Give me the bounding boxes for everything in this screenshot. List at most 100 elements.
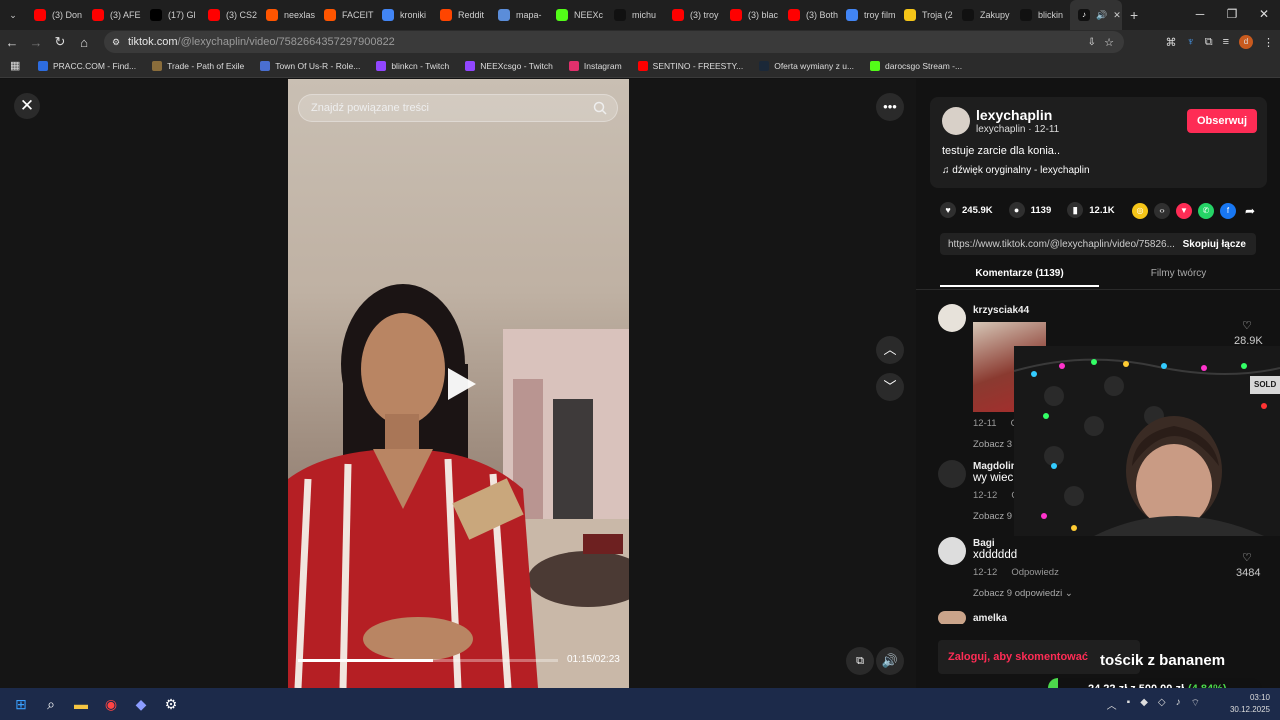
browser-tab[interactable]: (3) Both [780, 0, 838, 30]
chrome-icon[interactable]: ◉ [96, 689, 126, 719]
volume-tray-icon[interactable]: ♪ [1176, 697, 1181, 712]
reply-button[interactable]: Odpowiedz [1011, 567, 1059, 578]
copy-link-button[interactable]: Skopiuj łącze [1183, 239, 1246, 250]
browser-tab[interactable]: neexlas [258, 0, 316, 30]
embed-icon[interactable]: ‹› [1154, 203, 1170, 219]
share-arrow-icon[interactable]: ➦ [1242, 203, 1258, 219]
whatsapp-icon[interactable]: ✆ [1198, 203, 1214, 219]
creator-username[interactable]: lexychaplin [976, 107, 1052, 123]
coin-icon[interactable]: ◎ [1132, 203, 1148, 219]
url-field[interactable]: ⚙ tiktok.com/@lexychaplin/video/75826643… [104, 31, 1124, 53]
play-icon[interactable] [440, 364, 480, 404]
bookmark-icon[interactable]: ▮ [1067, 202, 1084, 218]
speaker-icon[interactable]: 🔊 [1096, 10, 1107, 21]
more-options-button[interactable]: ••• [876, 93, 904, 121]
comment-icon[interactable]: ● [1008, 202, 1025, 218]
forward-button[interactable]: → [24, 35, 48, 50]
close-window-button[interactable]: ✕ [1248, 0, 1280, 30]
browser-tab[interactable]: NEEXc [548, 0, 606, 30]
system-clock[interactable]: 03:10 30.12.2025 [1230, 692, 1270, 716]
back-button[interactable]: ← [0, 35, 24, 50]
search-icon[interactable]: ⌕ [36, 689, 66, 719]
close-tab-icon[interactable]: ✕ [1113, 10, 1121, 21]
creator-avatar[interactable] [942, 107, 970, 135]
video-link[interactable]: https://www.tiktok.com/@lexychaplin/vide… [948, 239, 1175, 250]
browser-tab[interactable]: michu [606, 0, 664, 30]
browser-tab[interactable]: blickin [1012, 0, 1070, 30]
discord-icon[interactable]: ◆ [126, 689, 156, 719]
view-replies-button[interactable]: Zobacz 9 odpowiedzi ⌄ [973, 588, 1073, 599]
tray-app-icon-2[interactable]: ◆ [1140, 697, 1148, 712]
tab-search-button[interactable]: ⌄ [0, 0, 26, 30]
comment-avatar[interactable] [938, 537, 966, 565]
media-icon[interactable]: ≡ [1223, 36, 1229, 48]
wifi-icon[interactable]: ⌔ [1191, 697, 1200, 712]
browser-tab[interactable]: (3) AFE [84, 0, 142, 30]
bookmark-item[interactable]: NEEXcsgo - Twitch [465, 60, 553, 71]
browser-tab[interactable]: (3) blac [722, 0, 780, 30]
comment-avatar[interactable] [938, 304, 966, 332]
reload-button[interactable]: ↻ [48, 34, 72, 50]
browser-tab[interactable]: FACEIT [316, 0, 374, 30]
steam-icon[interactable]: ⚙ [156, 689, 186, 719]
bookmark-item[interactable]: Trade - Path of Exile [152, 60, 244, 71]
search-icon[interactable] [593, 101, 607, 115]
browser-tab[interactable]: (3) Don [26, 0, 84, 30]
tab-creator-videos[interactable]: Filmy twórcy [1099, 261, 1258, 287]
sound-row[interactable]: ♫ dźwięk oryginalny - lexychaplin [942, 165, 1090, 176]
follow-button[interactable]: Obserwuj [1187, 109, 1257, 133]
bookmark-star-icon[interactable]: ☆ [1104, 36, 1114, 49]
site-info-icon[interactable]: ⚙ [112, 37, 120, 48]
new-tab-button[interactable]: + [1122, 0, 1146, 30]
active-tab[interactable]: ♪ 🔊 ✕ [1070, 0, 1122, 30]
comment-author[interactable]: amelka [973, 613, 1007, 624]
facebook-icon[interactable]: f [1220, 203, 1236, 219]
minimize-button[interactable]: ─ [1184, 0, 1216, 30]
browser-tab[interactable]: troy film [838, 0, 896, 30]
extensions-puzzle-icon[interactable]: ⧉ [1205, 36, 1213, 49]
extension-icon[interactable]: ⌘ [1165, 36, 1176, 49]
tab-comments[interactable]: Komentarze (1139) [940, 261, 1099, 287]
browser-tab[interactable]: mapa- [490, 0, 548, 30]
install-app-icon[interactable]: ⇩ [1088, 37, 1096, 48]
next-video-button[interactable]: ﹀ [876, 373, 904, 401]
close-video-button[interactable]: ✕ [14, 93, 40, 119]
send-icon[interactable]: ▼ [1176, 203, 1192, 219]
home-button[interactable]: ⌂ [72, 35, 96, 50]
restore-button[interactable]: ❐ [1216, 0, 1248, 30]
start-button[interactable]: ⊞ [6, 689, 36, 719]
file-explorer-icon[interactable]: ▬ [66, 689, 96, 719]
browser-tab[interactable]: kroniki [374, 0, 432, 30]
bookmark-item[interactable]: Instagram [568, 60, 622, 71]
bookmark-item[interactable]: blinkcn - Twitch [376, 60, 449, 71]
comment-like-icon[interactable]: ♡ [1242, 551, 1252, 564]
video-player[interactable]: Znajdź powiązane treści 01:15/02:23 [288, 79, 629, 688]
video-progress-bar[interactable] [298, 659, 558, 662]
apps-grid-icon[interactable]: ▦ [10, 59, 20, 72]
menu-kebab-icon[interactable]: ⋮ [1263, 36, 1274, 49]
bookmark-item[interactable]: Town Of Us-R - Role... [260, 60, 360, 71]
related-search-input[interactable]: Znajdź powiązane treści [298, 94, 618, 122]
tray-app-icon[interactable]: ▪ [1127, 697, 1131, 712]
browser-tab[interactable]: Zakupy [954, 0, 1012, 30]
browser-tab[interactable]: (3) CS2 [200, 0, 258, 30]
volume-button[interactable]: 🔊 [876, 647, 904, 675]
pip-button[interactable]: ⧉ [846, 647, 874, 675]
profile-avatar[interactable]: d [1239, 35, 1253, 49]
bookmark-item[interactable]: PRACC.COM - Find... [38, 60, 136, 71]
browser-tab[interactable]: (3) troy [664, 0, 722, 30]
heart-icon[interactable]: ♥ [940, 202, 956, 218]
network-icon[interactable]: ◇ [1158, 697, 1166, 712]
tray-chevron-icon[interactable]: ︿ [1107, 697, 1117, 712]
comment-author[interactable]: Bagi [973, 538, 1073, 549]
comment-avatar[interactable] [938, 460, 966, 488]
browser-tab[interactable]: (17) Gl [142, 0, 200, 30]
extension-icon-2[interactable]: ♆ [1186, 36, 1194, 48]
comment-like-icon[interactable]: ♡ [1242, 319, 1252, 332]
bookmark-item[interactable]: SENTINO - FREESTY... [637, 60, 743, 71]
browser-tab[interactable]: Troja (2 [896, 0, 954, 30]
bookmark-item[interactable]: darocsgo Stream -... [870, 60, 962, 71]
comment-avatar[interactable] [938, 611, 966, 625]
comment-author[interactable]: krzysciak44 [973, 305, 1046, 316]
bookmark-item[interactable]: Oferta wymiany z u... [759, 60, 854, 71]
